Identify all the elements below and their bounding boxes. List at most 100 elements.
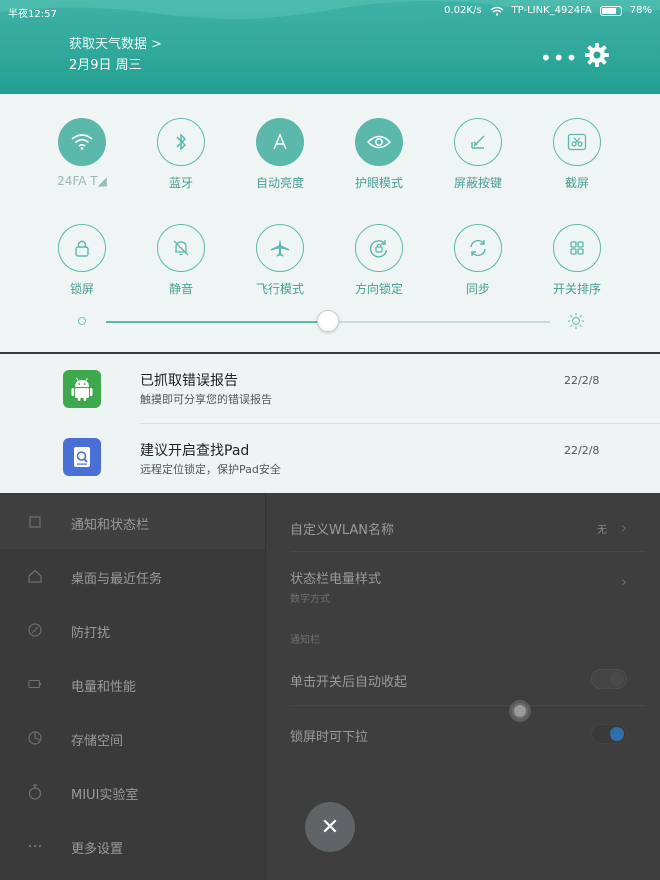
bluetooth-icon bbox=[176, 133, 187, 151]
row-divider bbox=[290, 705, 645, 706]
eye-mode-toggle[interactable] bbox=[355, 118, 403, 166]
airplane-toggle[interactable] bbox=[256, 224, 304, 272]
pane-divider bbox=[265, 493, 266, 880]
eye-icon bbox=[367, 135, 391, 149]
qs-airplane[interactable]: 飞行模式 bbox=[230, 224, 330, 297]
qs-bluetooth[interactable]: 蓝牙 bbox=[131, 118, 231, 191]
chevron-right-icon: › bbox=[620, 518, 627, 537]
auto-collapse-toggle[interactable] bbox=[591, 669, 627, 689]
notification-title: 建议开启查找Pad bbox=[140, 443, 250, 459]
home-icon bbox=[28, 569, 42, 583]
screenshot-toggle[interactable] bbox=[553, 118, 601, 166]
qs-rotation-lock-label: 方向锁定 bbox=[354, 282, 403, 296]
close-button[interactable]: ✕ bbox=[305, 802, 355, 852]
storage-icon bbox=[28, 731, 42, 745]
block-keys-toggle[interactable] bbox=[454, 118, 502, 166]
notification-list: 已抓取错误报告 触摸即可分享您的错误报告 22/2/8 建议开启查找Pad 远程… bbox=[0, 354, 660, 493]
setting-wlan-name[interactable]: 自定义WLAN名称 无 › bbox=[290, 518, 645, 538]
qs-mute[interactable]: 静音 bbox=[131, 224, 231, 297]
dnd-icon bbox=[28, 623, 42, 637]
wifi-status-icon bbox=[490, 6, 503, 16]
qs-screenshot[interactable]: 截屏 bbox=[527, 118, 627, 191]
grid-icon bbox=[570, 241, 584, 255]
android-icon bbox=[63, 370, 101, 408]
notification-title: 已抓取错误报告 bbox=[140, 373, 238, 389]
section-title: 通知栏 bbox=[290, 635, 320, 646]
sidebar-item-label: 通知和状态栏 bbox=[71, 518, 150, 533]
qs-sync-label: 同步 bbox=[465, 282, 490, 296]
qs-block-keys-label: 屏蔽按键 bbox=[453, 176, 502, 190]
setting-label: 自定义WLAN名称 bbox=[290, 523, 395, 538]
notification-shade-header: 半夜12:57 0.02K/s TP-LINK_4924FA 78% 获取天气数… bbox=[0, 0, 660, 94]
status-time: 半夜12:57 bbox=[8, 9, 57, 20]
wifi-icon bbox=[71, 134, 93, 150]
settings-sidebar: 通知和状态栏 桌面与最近任务 防打扰 电量和性能 存储空间 MIUI实验室 更多… bbox=[0, 493, 265, 880]
brightness-high-icon bbox=[568, 313, 584, 329]
sidebar-item-label: 更多设置 bbox=[71, 842, 124, 857]
qs-sort[interactable]: 开关排序 bbox=[527, 224, 627, 297]
qs-lock-label: 锁屏 bbox=[69, 282, 94, 296]
setting-battery-style[interactable]: 状态栏电量样式 数字方式 › bbox=[290, 568, 645, 605]
sidebar-item-notifications[interactable]: 通知和状态栏 bbox=[0, 495, 265, 549]
setting-auto-collapse[interactable]: 单击开关后自动收起 bbox=[290, 669, 645, 690]
rotation-lock-toggle[interactable] bbox=[355, 224, 403, 272]
bluetooth-toggle[interactable] bbox=[157, 118, 205, 166]
qs-wifi[interactable]: 24FA T◢ bbox=[32, 118, 132, 188]
qs-sort-label: 开关排序 bbox=[552, 282, 601, 296]
lab-icon bbox=[28, 784, 42, 800]
qs-eye-mode-label: 护眼模式 bbox=[354, 176, 403, 190]
battery-icon bbox=[599, 5, 622, 16]
lock-toggle[interactable] bbox=[58, 224, 106, 272]
brightness-slider-thumb[interactable] bbox=[317, 310, 339, 332]
sidebar-item-label: 桌面与最近任务 bbox=[71, 572, 163, 587]
auto-brightness-icon bbox=[273, 133, 287, 150]
row-divider bbox=[290, 551, 645, 552]
airplane-icon bbox=[271, 239, 289, 257]
quick-settings-panel: 24FA T◢ 蓝牙 自动亮度 护眼模式 屏蔽按键 截屏 锁屏 静音 飞行模式 … bbox=[0, 94, 660, 352]
chevron-right-icon: › bbox=[620, 572, 627, 591]
sidebar-item-battery[interactable]: 电量和性能 bbox=[0, 657, 265, 711]
qs-auto-brightness[interactable]: 自动亮度 bbox=[230, 118, 330, 191]
qs-block-keys[interactable]: 屏蔽按键 bbox=[428, 118, 528, 191]
setting-label: 状态栏电量样式 bbox=[290, 572, 382, 587]
notification-find-device[interactable]: 建议开启查找Pad 远程定位锁定，保护Pad安全 22/2/8 bbox=[0, 424, 660, 493]
setting-subtitle: 数字方式 bbox=[290, 594, 330, 605]
setting-lockscreen-pull[interactable]: 锁屏时可下拉 bbox=[290, 724, 645, 745]
setting-value: 无 bbox=[597, 525, 607, 536]
weather-link[interactable]: 获取天气数据 > bbox=[69, 33, 162, 52]
qs-rotation-lock[interactable]: 方向锁定 bbox=[329, 224, 429, 297]
auto-brightness-toggle[interactable] bbox=[256, 118, 304, 166]
mute-toggle[interactable] bbox=[157, 224, 205, 272]
qs-screenshot-label: 截屏 bbox=[564, 176, 589, 190]
qs-eye-mode[interactable]: 护眼模式 bbox=[329, 118, 429, 191]
qs-auto-brightness-label: 自动亮度 bbox=[255, 176, 304, 190]
screenshot-icon bbox=[567, 133, 587, 151]
sidebar-item-dnd[interactable]: 防打扰 bbox=[0, 603, 265, 657]
rotation-lock-icon bbox=[369, 240, 388, 258]
touch-indicator bbox=[509, 700, 531, 722]
notification-subtitle: 触摸即可分享您的错误报告 bbox=[140, 393, 272, 406]
mute-bell-icon bbox=[173, 240, 189, 256]
more-icon bbox=[28, 839, 42, 853]
sidebar-item-lab[interactable]: MIUI实验室 bbox=[0, 765, 265, 819]
sort-toggle[interactable] bbox=[553, 224, 601, 272]
sync-toggle[interactable] bbox=[454, 224, 502, 272]
sidebar-item-more[interactable]: 更多设置 bbox=[0, 819, 265, 873]
status-right: 0.02K/s TP-LINK_4924FA 78% bbox=[444, 5, 652, 16]
gear-icon[interactable] bbox=[584, 42, 610, 68]
status-bar: 半夜12:57 0.02K/s TP-LINK_4924FA 78% bbox=[0, 0, 660, 22]
brightness-low-icon bbox=[78, 317, 86, 325]
sidebar-item-label: MIUI实验室 bbox=[71, 788, 139, 803]
brightness-slider-fill bbox=[106, 321, 328, 323]
notification-time: 22/2/8 bbox=[564, 444, 600, 457]
more-button[interactable]: ••• bbox=[540, 46, 578, 70]
lockscreen-pull-toggle[interactable] bbox=[591, 724, 627, 744]
sidebar-item-home[interactable]: 桌面与最近任务 bbox=[0, 549, 265, 603]
notification-bug-report[interactable]: 已抓取错误报告 触摸即可分享您的错误报告 22/2/8 bbox=[0, 354, 660, 424]
sidebar-item-label: 存储空间 bbox=[71, 734, 124, 749]
sidebar-item-storage[interactable]: 存储空间 bbox=[0, 711, 265, 765]
wifi-toggle[interactable] bbox=[58, 118, 106, 166]
sidebar-item-label: 电量和性能 bbox=[71, 680, 137, 695]
qs-sync[interactable]: 同步 bbox=[428, 224, 528, 297]
qs-lock[interactable]: 锁屏 bbox=[32, 224, 132, 297]
